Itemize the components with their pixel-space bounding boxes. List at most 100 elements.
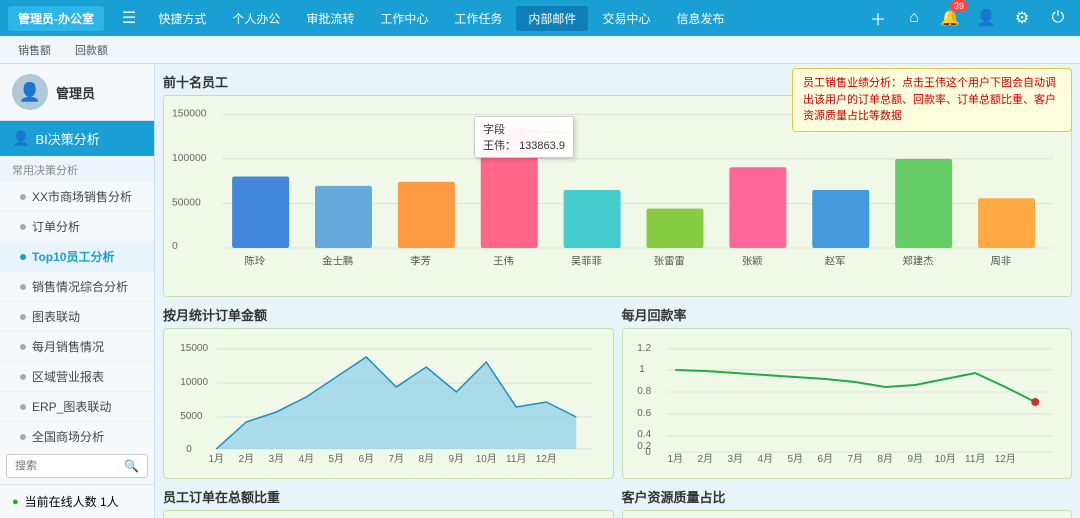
svg-text:150000: 150000	[172, 108, 207, 119]
nav-trade-center[interactable]: 交易中心	[590, 6, 662, 31]
online-indicator: ●	[12, 496, 19, 508]
sidebar-item-national-market[interactable]: 全国商场分析	[0, 422, 154, 448]
dot-icon	[20, 254, 26, 260]
notification-button[interactable]: 🔔 39	[936, 4, 964, 32]
sidebar-item-label: 订单分析	[32, 218, 80, 235]
second-nav-sales[interactable]: 销售额	[8, 39, 61, 61]
svg-text:6月: 6月	[358, 453, 374, 465]
nav-shortcuts[interactable]: 快捷方式	[146, 6, 218, 31]
sidebar-profile: 👤 管理员	[0, 64, 154, 121]
nav-personal-office[interactable]: 个人办公	[220, 6, 292, 31]
monthly-order-title: 按月统计订单金额	[163, 305, 614, 324]
svg-text:5月: 5月	[328, 453, 344, 465]
nav-work-tasks[interactable]: 工作任务	[442, 6, 514, 31]
customer-quality-title: 客户资源质量占比	[622, 487, 1073, 506]
svg-text:金士鹏: 金士鹏	[322, 255, 353, 268]
hamburger-button[interactable]: ☰	[114, 4, 144, 32]
monthly-return-title: 每月回款率	[622, 305, 1073, 324]
dot-icon	[20, 344, 26, 350]
sidebar-item-label: 销售情况综合分析	[32, 278, 128, 295]
sidebar-item-regional-report[interactable]: 区域营业报表	[0, 362, 154, 392]
svg-text:3月: 3月	[727, 453, 743, 465]
svg-text:陈玲: 陈玲	[245, 255, 266, 268]
sidebar-item-top10[interactable]: Top10员工分析	[0, 242, 154, 272]
dot-icon	[20, 194, 26, 200]
sidebar-item-monthly-sales[interactable]: 每月销售情况	[0, 332, 154, 362]
monthly-order-svg: 15000 10000 5000 0 1	[172, 337, 605, 467]
sidebar-item-label: 图表联动	[32, 308, 80, 325]
nav-info-publish[interactable]: 信息发布	[664, 6, 736, 31]
monthly-order-section: 按月统计订单金额 15000 10000 5000 0	[163, 305, 614, 479]
svg-text:11月: 11月	[965, 453, 985, 465]
nav-internal-mail[interactable]: 内部邮件	[516, 6, 588, 31]
nav-work-center[interactable]: 工作中心	[368, 6, 440, 31]
monthly-return-svg: 1.2 1 0.8 0.6 0.4 0.2 0	[631, 337, 1064, 467]
svg-text:10000: 10000	[180, 377, 208, 388]
middle-chart-row: 按月统计订单金额 15000 10000 5000 0	[163, 305, 1072, 479]
order-proportion-title: 员工订单在总额比重	[163, 487, 614, 506]
monthly-return-chart[interactable]: 1.2 1 0.8 0.6 0.4 0.2 0	[622, 328, 1073, 479]
dot-icon	[20, 314, 26, 320]
dot-icon	[20, 284, 26, 290]
svg-text:0: 0	[172, 241, 178, 252]
svg-text:4月: 4月	[298, 453, 314, 465]
sidebar-module-label: BI决策分析	[35, 129, 99, 148]
svg-text:12月: 12月	[536, 453, 557, 465]
second-nav-returns[interactable]: 回款额	[65, 39, 118, 61]
svg-text:1月: 1月	[208, 453, 224, 465]
customer-quality-section: 客户资源质量占比 ...	[622, 487, 1073, 518]
sidebar-item-sales-comprehensive[interactable]: 销售情况综合分析	[0, 272, 154, 302]
search-icon: 🔍	[124, 459, 139, 473]
svg-text:赵军: 赵军	[825, 255, 846, 268]
svg-text:5000: 5000	[180, 411, 203, 422]
nav-approval[interactable]: 审批流转	[294, 6, 366, 31]
svg-text:4月: 4月	[757, 453, 773, 465]
dot-icon	[20, 434, 26, 440]
annotation-box: 员工销售业绩分析：点击王伟这个用户下图会自动调出该用户的订单总额、回款率、订单总…	[792, 68, 1072, 132]
sidebar-item-label: Top10员工分析	[32, 248, 114, 265]
svg-text:0.6: 0.6	[637, 408, 651, 419]
order-proportion-section: 员工订单在总额比重 ...	[163, 487, 614, 518]
monthly-order-chart[interactable]: 15000 10000 5000 0 1	[163, 328, 614, 479]
sidebar-item-market[interactable]: XX市商场销售分析	[0, 182, 154, 212]
svg-text:郑建杰: 郑建杰	[902, 255, 933, 268]
nav-logo[interactable]: 管理员-办公室	[8, 6, 104, 31]
svg-text:2月: 2月	[238, 453, 254, 465]
sidebar-item-erp[interactable]: ERP_图表联动	[0, 392, 154, 422]
sidebar-item-chart-linkage[interactable]: 图表联动	[0, 302, 154, 332]
sidebar-item-order[interactable]: 订单分析	[0, 212, 154, 242]
svg-text:6月: 6月	[817, 453, 833, 465]
sidebar-item-label: 区域营业报表	[32, 368, 104, 385]
power-button[interactable]: ⏻	[1044, 4, 1072, 32]
sidebar: 👤 管理员 👤 BI决策分析 常用决策分析 XX市商场销售分析 订单分析 Top…	[0, 64, 155, 518]
order-proportion-chart[interactable]: ...	[163, 510, 614, 518]
dot-icon	[20, 374, 26, 380]
user-button[interactable]: 👤	[972, 4, 1000, 32]
module-icon: 👤	[12, 130, 29, 147]
svg-text:8月: 8月	[877, 453, 893, 465]
dot-icon	[20, 224, 26, 230]
sidebar-section-title: 常用决策分析	[0, 156, 154, 182]
svg-text:张雷雷: 张雷雷	[654, 256, 685, 268]
svg-text:9月: 9月	[448, 453, 464, 465]
customer-quality-chart[interactable]: ...	[622, 510, 1073, 518]
settings-button[interactable]: ⚙	[1008, 4, 1036, 32]
sidebar-module[interactable]: 👤 BI决策分析	[0, 121, 154, 156]
search-input[interactable]	[15, 460, 124, 472]
svg-text:0: 0	[186, 444, 192, 455]
online-count: 当前在线人数 1人	[25, 493, 119, 510]
notification-badge: 39	[950, 0, 968, 12]
svg-text:8月: 8月	[418, 453, 434, 465]
svg-text:1: 1	[639, 364, 645, 375]
bottom-chart-row: 员工订单在总额比重 ... 客户资源质量占比 ...	[163, 487, 1072, 518]
add-button[interactable]: ＋	[864, 4, 892, 32]
svg-text:李芳: 李芳	[410, 255, 431, 268]
svg-text:15000: 15000	[180, 343, 208, 354]
home-button[interactable]: ⌂	[900, 4, 928, 32]
monthly-return-section: 每月回款率 1.2 1 0.8 0.6 0.4 0.2 0	[622, 305, 1073, 479]
svg-text:11月: 11月	[506, 453, 526, 465]
sidebar-item-label: ERP_图表联动	[32, 398, 111, 415]
avatar: 👤	[12, 74, 48, 110]
search-box[interactable]: 🔍	[6, 454, 148, 478]
svg-text:吴菲菲: 吴菲菲	[571, 256, 602, 268]
